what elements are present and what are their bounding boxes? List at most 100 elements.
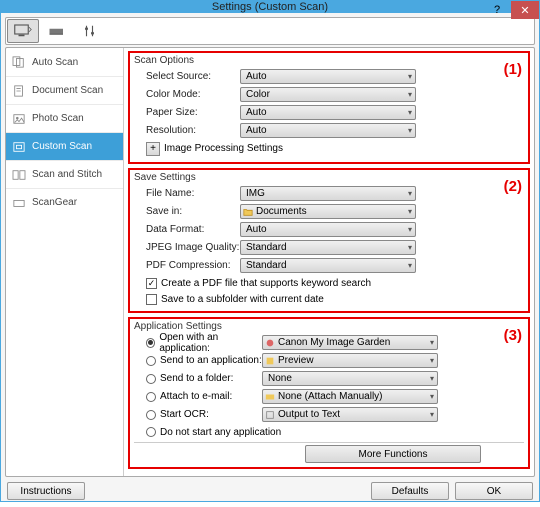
footer: Instructions Defaults OK [5,479,535,503]
sidebar-item-label: ScanGear [32,197,77,208]
group-annotation: (2) [504,178,522,195]
open-with-dropdown[interactable]: Canon My Image Garden▾ [262,335,438,350]
application-settings-group: (3) Application Settings Open with an ap… [128,317,530,469]
top-tabs [5,17,535,45]
settings-window: Settings (Custom Scan) ? ✕ Auto Scan [0,0,540,502]
tab-general[interactable] [75,19,107,43]
start-ocr-radio[interactable] [146,410,156,420]
sliders-icon [82,24,100,38]
chevron-down-icon: ▾ [408,90,412,99]
scangear-icon [12,197,26,209]
subfolder-checkbox[interactable] [146,294,157,305]
custom-scan-icon [12,141,26,153]
send-app-label: Send to an application: [160,355,262,366]
color-mode-dropdown[interactable]: Color▾ [240,87,416,102]
attach-email-dropdown[interactable]: None (Attach Manually)▾ [262,389,438,404]
pdf-keyword-checkbox[interactable]: ✓ [146,278,157,289]
sidebar-item-label: Document Scan [32,85,103,96]
sidebar-item-auto-scan[interactable]: Auto Scan [6,48,123,76]
pdf-compression-label: PDF Compression: [134,260,240,271]
open-with-label: Open with an application: [159,332,262,354]
photo-icon [12,113,26,125]
mail-icon [265,392,275,402]
send-folder-radio[interactable] [146,374,156,384]
sidebar-item-scan-stitch[interactable]: Scan and Stitch [6,160,123,188]
color-mode-label: Color Mode: [134,89,240,100]
scanner-icon [48,24,66,38]
chevron-down-icon: ▾ [408,126,412,135]
sidebar-item-custom-scan[interactable]: Custom Scan [6,132,123,160]
no-app-label: Do not start any application [160,427,281,438]
tab-scan-from-computer[interactable] [7,19,39,43]
resolution-dropdown[interactable]: Auto▾ [240,123,416,138]
send-folder-dropdown[interactable]: None▾ [262,371,438,386]
group-legend: Save Settings [134,172,524,183]
chevron-down-icon: ▾ [408,261,412,270]
sidebar-item-label: Custom Scan [32,141,92,152]
chevron-down-icon: ▾ [408,243,412,252]
send-folder-label: Send to a folder: [160,373,233,384]
paper-size-dropdown[interactable]: Auto▾ [240,105,416,120]
jpeg-quality-label: JPEG Image Quality: [134,242,240,253]
chevron-down-icon: ▾ [430,356,434,365]
select-source-label: Select Source: [134,71,240,82]
help-button[interactable]: ? [483,1,511,19]
file-name-input[interactable]: IMG▾ [240,186,416,201]
select-source-dropdown[interactable]: Auto▾ [240,69,416,84]
tab-scan-from-panel[interactable] [41,19,73,43]
monitor-icon [14,24,32,38]
text-icon [265,410,275,420]
pdf-compression-dropdown[interactable]: Standard▾ [240,258,416,273]
sidebar-item-photo-scan[interactable]: Photo Scan [6,104,123,132]
group-annotation: (3) [504,327,522,344]
data-format-dropdown[interactable]: Auto▾ [240,222,416,237]
data-format-label: Data Format: [134,224,240,235]
attach-email-label: Attach to e-mail: [160,391,232,402]
attach-email-radio[interactable] [146,392,156,402]
file-name-label: File Name: [134,188,240,199]
auto-scan-icon [12,56,26,68]
group-annotation: (1) [504,61,522,78]
chevron-down-icon: ▾ [408,225,412,234]
pdf-keyword-label: Create a PDF file that supports keyword … [161,278,371,289]
preview-icon [265,356,275,366]
chevron-down-icon: ▾ [408,72,412,81]
no-app-radio[interactable] [146,427,156,437]
send-app-dropdown[interactable]: Preview▾ [262,353,438,368]
save-in-label: Save in: [134,206,240,217]
window-title: Settings (Custom Scan) [212,1,328,13]
scan-options-group: (1) Scan Options Select Source:Auto▾ Col… [128,51,530,164]
resolution-label: Resolution: [134,125,240,136]
open-with-radio[interactable] [146,338,155,348]
paper-size-label: Paper Size: [134,107,240,118]
defaults-button[interactable]: Defaults [371,482,449,500]
folder-icon [243,207,253,217]
instructions-button[interactable]: Instructions [7,482,85,500]
chevron-down-icon: ▾ [430,338,434,347]
document-icon [12,85,26,97]
more-functions-button[interactable]: More Functions [305,445,481,463]
app-icon [265,338,275,348]
chevron-down-icon: ▾ [408,189,412,198]
sidebar-item-label: Photo Scan [32,113,84,124]
chevron-down-icon: ▾ [430,374,434,383]
sidebar-item-document-scan[interactable]: Document Scan [6,76,123,104]
sidebar-item-scangear[interactable]: ScanGear [6,188,123,216]
ok-button[interactable]: OK [455,482,533,500]
start-ocr-dropdown[interactable]: Output to Text▾ [262,407,438,422]
send-app-radio[interactable] [146,356,156,366]
close-button[interactable]: ✕ [511,1,539,19]
chevron-down-icon: ▾ [408,207,412,216]
chevron-down-icon: ▾ [430,392,434,401]
sidebar-item-label: Auto Scan [32,57,78,68]
sidebar-item-label: Scan and Stitch [32,169,102,180]
expand-image-processing[interactable]: + [146,142,160,156]
settings-panel: (1) Scan Options Select Source:Auto▾ Col… [124,48,534,476]
titlebar: Settings (Custom Scan) ? ✕ [1,1,539,13]
save-settings-group: (2) Save Settings File Name:IMG▾ Save in… [128,168,530,313]
save-in-dropdown[interactable]: Documents▾ [240,204,416,219]
group-legend: Scan Options [134,55,524,66]
jpeg-quality-dropdown[interactable]: Standard▾ [240,240,416,255]
chevron-down-icon: ▾ [430,410,434,419]
sidebar: Auto Scan Document Scan Photo Scan Custo… [6,48,124,476]
